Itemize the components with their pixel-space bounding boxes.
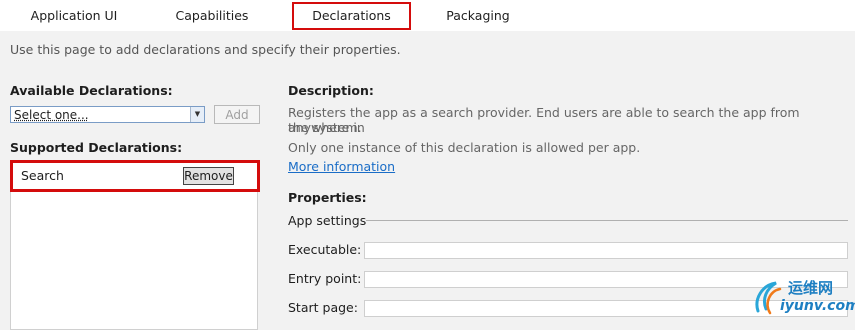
more-information-link[interactable]: More information — [288, 159, 395, 174]
watermark-logo: 运维网 iyunv.com — [752, 275, 855, 319]
list-item[interactable]: Search Remove — [10, 160, 260, 192]
start-page-label: Start page: — [288, 300, 358, 315]
page-subtitle: Use this page to add declarations and sp… — [10, 42, 401, 57]
description-line-2: the system. — [288, 120, 362, 135]
tab-application-ui[interactable]: Application UI — [20, 4, 128, 28]
remove-button[interactable]: Remove — [183, 167, 234, 185]
declaration-name: Search — [21, 168, 64, 183]
properties-heading: Properties: — [288, 190, 367, 205]
declaration-select[interactable]: Select one... ▼ — [10, 106, 205, 123]
declaration-select-value: Select one... — [14, 108, 89, 122]
group-divider — [366, 220, 848, 221]
tab-packaging[interactable]: Packaging — [432, 4, 524, 28]
watermark-domain: iyunv.com — [780, 298, 855, 314]
executable-label: Executable: — [288, 242, 362, 257]
add-button[interactable]: Add — [214, 105, 260, 124]
chevron-down-icon[interactable]: ▼ — [190, 107, 204, 122]
description-line-1: Registers the app as a search provider. … — [288, 105, 800, 135]
tab-declarations[interactable]: Declarations — [292, 2, 411, 30]
app-settings-group-label: App settings — [288, 213, 367, 228]
watermark-cn: 运维网 — [788, 279, 834, 297]
tab-capabilities[interactable]: Capabilities — [160, 4, 264, 28]
tab-bar: Application UI Capabilities Declarations… — [0, 0, 855, 31]
available-declarations-heading: Available Declarations: — [10, 83, 173, 98]
supported-declarations-heading: Supported Declarations: — [10, 140, 183, 155]
supported-declarations-list: Search Remove — [10, 160, 260, 330]
description-heading: Description: — [288, 83, 374, 98]
entry-point-label: Entry point: — [288, 271, 362, 286]
description-line-3: Only one instance of this declaration is… — [288, 140, 641, 155]
executable-field[interactable] — [364, 242, 848, 259]
